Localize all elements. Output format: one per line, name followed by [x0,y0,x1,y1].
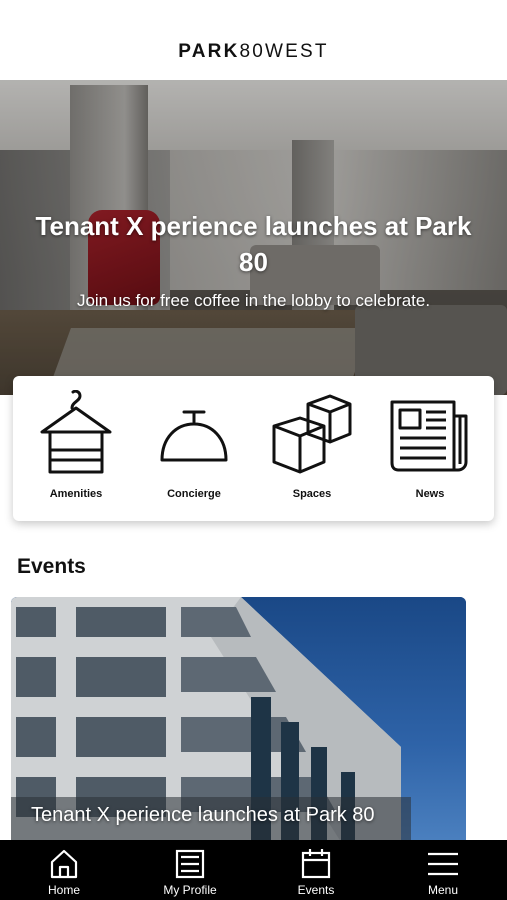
quick-link-spaces[interactable]: Spaces [257,390,367,510]
park80west-logo: PARK80WEST [178,41,329,62]
quick-links-card: Amenities Concierge Spaces News [13,376,494,521]
quick-link-label: News [415,488,445,500]
hero-title: Tenant X perience launches at Park 80 [35,211,472,277]
boxes-icon [272,394,352,474]
event-card[interactable]: Tenant X perience launches at Park 80 [11,597,466,842]
quick-link-concierge[interactable]: Concierge [139,390,249,510]
quick-link-label: Amenities [49,488,103,500]
calendar-icon [301,849,331,879]
events-section-title: Events [17,555,86,578]
quick-link-label: Concierge [167,488,221,500]
hanger-towel-icon [40,390,112,474]
service-bell-icon [160,410,228,462]
quick-link-label: Spaces [292,488,332,500]
profile-card-icon [175,849,205,879]
app-header: PARK80WEST [0,0,507,80]
tab-label: Home [47,883,80,897]
event-card-title: Tenant X perience launches at Park 80 [31,804,375,826]
tab-label: My Profile [163,883,217,897]
hero-banner[interactable]: Tenant X perience launches at Park 80 Jo… [0,80,507,395]
hero-subtitle: Join us for free coffee in the lobby to … [76,291,431,310]
quick-link-news[interactable]: News [375,390,485,510]
tab-events[interactable]: Events [271,840,361,900]
tab-label: Events [297,883,335,897]
newspaper-icon [390,400,468,472]
tab-menu[interactable]: Menu [398,840,488,900]
tab-my-profile[interactable]: My Profile [145,840,235,900]
hamburger-menu-icon [428,852,458,876]
tab-home[interactable]: Home [19,840,109,900]
home-icon [50,849,78,879]
bottom-tab-bar: Home My Profile Events Menu [0,840,507,900]
tab-label: Menu [427,883,459,897]
quick-link-amenities[interactable]: Amenities [21,390,131,510]
